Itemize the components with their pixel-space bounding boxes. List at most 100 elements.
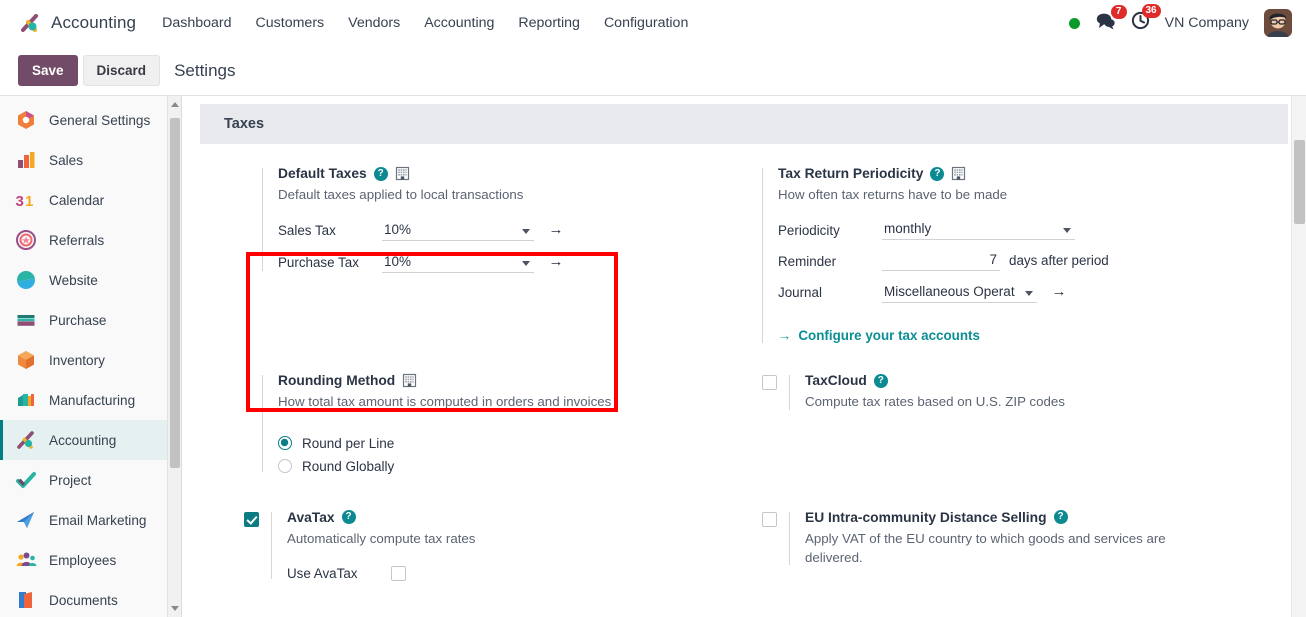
sidebar-item-website[interactable]: Website xyxy=(0,260,181,300)
main-scrollbar[interactable] xyxy=(1291,96,1306,617)
radio-unselected-icon[interactable] xyxy=(278,459,292,474)
default-taxes-title-row: Default Taxes ? xyxy=(278,166,722,181)
purchase-app-icon xyxy=(15,309,37,331)
configure-tax-accounts-link[interactable]: → Configure your tax accounts xyxy=(778,328,980,343)
purchase-tax-internal-link-arrow-icon[interactable]: → xyxy=(548,253,563,270)
reminder-days-input[interactable] xyxy=(882,251,1000,272)
use-avatax-label: Use AvaTax xyxy=(287,565,358,581)
sidebar-item-label: Employees xyxy=(49,552,117,568)
svg-text:3: 3 xyxy=(16,193,24,210)
eu-distance-selling-title: EU Intra-community Distance Selling xyxy=(805,509,1047,525)
documents-app-icon xyxy=(15,589,37,611)
help-question-icon[interactable]: ? xyxy=(930,166,945,181)
help-question-icon[interactable]: ? xyxy=(341,510,356,525)
periodicity-select[interactable]: monthly xyxy=(882,220,1075,241)
help-question-icon[interactable]: ? xyxy=(1053,510,1068,525)
sidebar-item-calendar[interactable]: 3 1 Calendar xyxy=(0,180,181,220)
tax-return-title-row: Tax Return Periodicity ? xyxy=(778,166,1266,181)
manufacturing-app-icon xyxy=(15,389,37,411)
section-title: Taxes xyxy=(224,116,265,132)
user-avatar-icon[interactable] xyxy=(1264,9,1292,37)
taxcloud-checkbox[interactable] xyxy=(762,375,777,391)
reminder-label: Reminder xyxy=(778,254,837,270)
avatax-content: AvaTax ? Automatically compute tax rates… xyxy=(271,510,475,581)
nav-link-dashboard[interactable]: Dashboard xyxy=(162,15,231,31)
brand[interactable]: Accounting xyxy=(18,11,136,35)
purchase-tax-select-wrap[interactable]: 10% xyxy=(382,253,534,274)
sidebar-item-label: Email Marketing xyxy=(49,512,147,528)
rounding-method-description: How total tax amount is computed in orde… xyxy=(278,394,612,410)
sidebar-item-email-marketing[interactable]: Email Marketing xyxy=(0,500,181,540)
messages-button[interactable]: 7 xyxy=(1095,4,1127,35)
journal-row: Journal Miscellaneous Operat → xyxy=(778,282,1266,304)
radio-label: Round per Line xyxy=(302,435,395,451)
help-question-icon[interactable]: ? xyxy=(373,166,388,181)
sidebar-item-documents[interactable]: Documents xyxy=(0,580,181,617)
sidebar-item-employees[interactable]: Employees xyxy=(0,540,181,580)
eu-distance-selling-description: Apply VAT of the EU country to which goo… xyxy=(805,530,1166,565)
sidebar-item-label: Documents xyxy=(49,592,118,608)
periodicity-row: Periodicity monthly xyxy=(778,220,1266,241)
activities-button[interactable]: 36 xyxy=(1131,4,1161,35)
sidebar-item-label: Sales xyxy=(49,152,84,168)
section-header-taxes: Taxes xyxy=(200,104,1288,144)
avatax-description: Automatically compute tax rates xyxy=(287,530,476,546)
svg-text:1: 1 xyxy=(25,193,33,210)
sidebar-scroll-thumb[interactable] xyxy=(170,118,180,468)
sidebar-item-manufacturing[interactable]: Manufacturing xyxy=(0,380,181,420)
nav-link-configuration[interactable]: Configuration xyxy=(604,15,688,31)
sidebar-item-general-settings[interactable]: General Settings xyxy=(0,100,181,140)
sales-tax-select[interactable]: 10% xyxy=(382,221,534,242)
sidebar-item-purchase[interactable]: Purchase xyxy=(0,300,181,340)
company-name[interactable]: VN Company xyxy=(1165,15,1249,31)
save-button[interactable]: Save xyxy=(18,55,78,86)
nav-link-vendors[interactable]: Vendors xyxy=(348,15,400,31)
rounding-method-block: Rounding Method How total tax amount is … xyxy=(262,373,722,474)
company-building-icon xyxy=(395,166,410,181)
discard-button[interactable]: Discard xyxy=(82,55,161,86)
radio-round-globally[interactable]: Round Globally xyxy=(278,459,722,474)
nav-link-customers[interactable]: Customers xyxy=(256,15,325,31)
accounting-app-icon xyxy=(15,429,37,451)
radio-selected-icon[interactable] xyxy=(278,436,292,451)
journal-select-wrap[interactable]: Miscellaneous Operat xyxy=(882,283,1037,304)
nav-link-reporting[interactable]: Reporting xyxy=(518,15,580,31)
inventory-app-icon xyxy=(15,349,37,371)
sidebar-item-sales[interactable]: Sales xyxy=(0,140,181,180)
sidebar-item-accounting[interactable]: Accounting xyxy=(0,420,181,460)
sidebar-item-label: Accounting xyxy=(49,432,117,448)
reminder-row: Reminder days after period xyxy=(778,251,1266,272)
body-container: General Settings Sales 3 1 Calendar Refe… xyxy=(0,96,1306,617)
taxcloud-title: TaxCloud xyxy=(805,373,867,389)
sales-tax-select-wrap[interactable]: 10% xyxy=(382,221,534,242)
sidebar-item-referrals[interactable]: Referrals xyxy=(0,220,181,260)
scroll-down-arrow-icon[interactable] xyxy=(171,606,179,611)
journal-label: Journal xyxy=(778,285,822,301)
main-scroll-thumb[interactable] xyxy=(1294,140,1305,224)
nav-link-accounting[interactable]: Accounting xyxy=(424,15,494,31)
employees-app-icon xyxy=(15,549,37,571)
purchase-tax-control: 10% → xyxy=(382,252,563,274)
journal-internal-link-arrow-icon[interactable]: → xyxy=(1051,283,1066,300)
company-building-icon xyxy=(951,166,966,181)
use-avatax-checkbox[interactable] xyxy=(391,565,406,581)
journal-control: Miscellaneous Operat → xyxy=(882,282,1066,304)
reminder-control: days after period xyxy=(882,251,1109,272)
radio-round-per-line[interactable]: Round per Line xyxy=(278,436,722,451)
purchase-tax-select[interactable]: 10% xyxy=(382,253,534,274)
sales-tax-internal-link-arrow-icon[interactable]: → xyxy=(548,221,563,238)
journal-select[interactable]: Miscellaneous Operat xyxy=(882,283,1037,304)
sidebar-scrollbar[interactable] xyxy=(167,96,181,617)
sidebar-item-project[interactable]: Project xyxy=(0,460,181,500)
avatax-checkbox[interactable] xyxy=(244,511,259,527)
calendar-app-icon: 3 1 xyxy=(15,189,37,211)
periodicity-control: monthly xyxy=(882,220,1075,241)
periodicity-select-wrap[interactable]: monthly xyxy=(882,220,1075,241)
sales-tax-row: Sales Tax 10% → xyxy=(278,220,722,242)
scroll-up-arrow-icon[interactable] xyxy=(171,102,179,107)
eu-distance-selling-checkbox[interactable] xyxy=(762,511,777,527)
setting-default-taxes: Default Taxes ? Default taxes applied to… xyxy=(200,144,744,345)
help-question-icon[interactable]: ? xyxy=(873,373,888,388)
sidebar-item-inventory[interactable]: Inventory xyxy=(0,340,181,380)
avatax-block: AvaTax ? Automatically compute tax rates… xyxy=(244,510,722,581)
